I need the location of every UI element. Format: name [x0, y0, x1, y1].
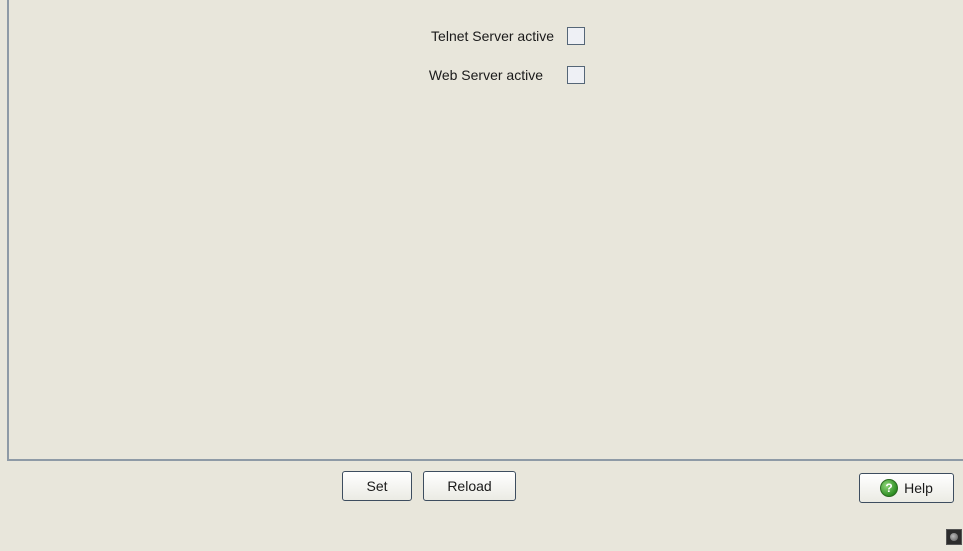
reload-button[interactable]: Reload [423, 471, 516, 501]
web-server-label: Web Server active [428, 67, 543, 83]
status-dot [950, 533, 958, 541]
help-button-label: Help [904, 480, 933, 496]
telnet-server-checkbox[interactable] [567, 27, 585, 45]
status-indicator-icon [946, 529, 962, 545]
button-bar: Set Reload ? Help [0, 461, 963, 551]
set-button[interactable]: Set [342, 471, 412, 501]
settings-panel: Telnet Server active Web Server active [9, 0, 963, 459]
web-server-row: Web Server active [399, 66, 585, 84]
telnet-server-row: Telnet Server active [399, 27, 585, 45]
telnet-server-label: Telnet Server active [431, 28, 554, 44]
help-icon: ? [880, 479, 899, 497]
web-server-checkbox[interactable] [567, 66, 585, 84]
help-button[interactable]: ? Help [859, 473, 954, 503]
